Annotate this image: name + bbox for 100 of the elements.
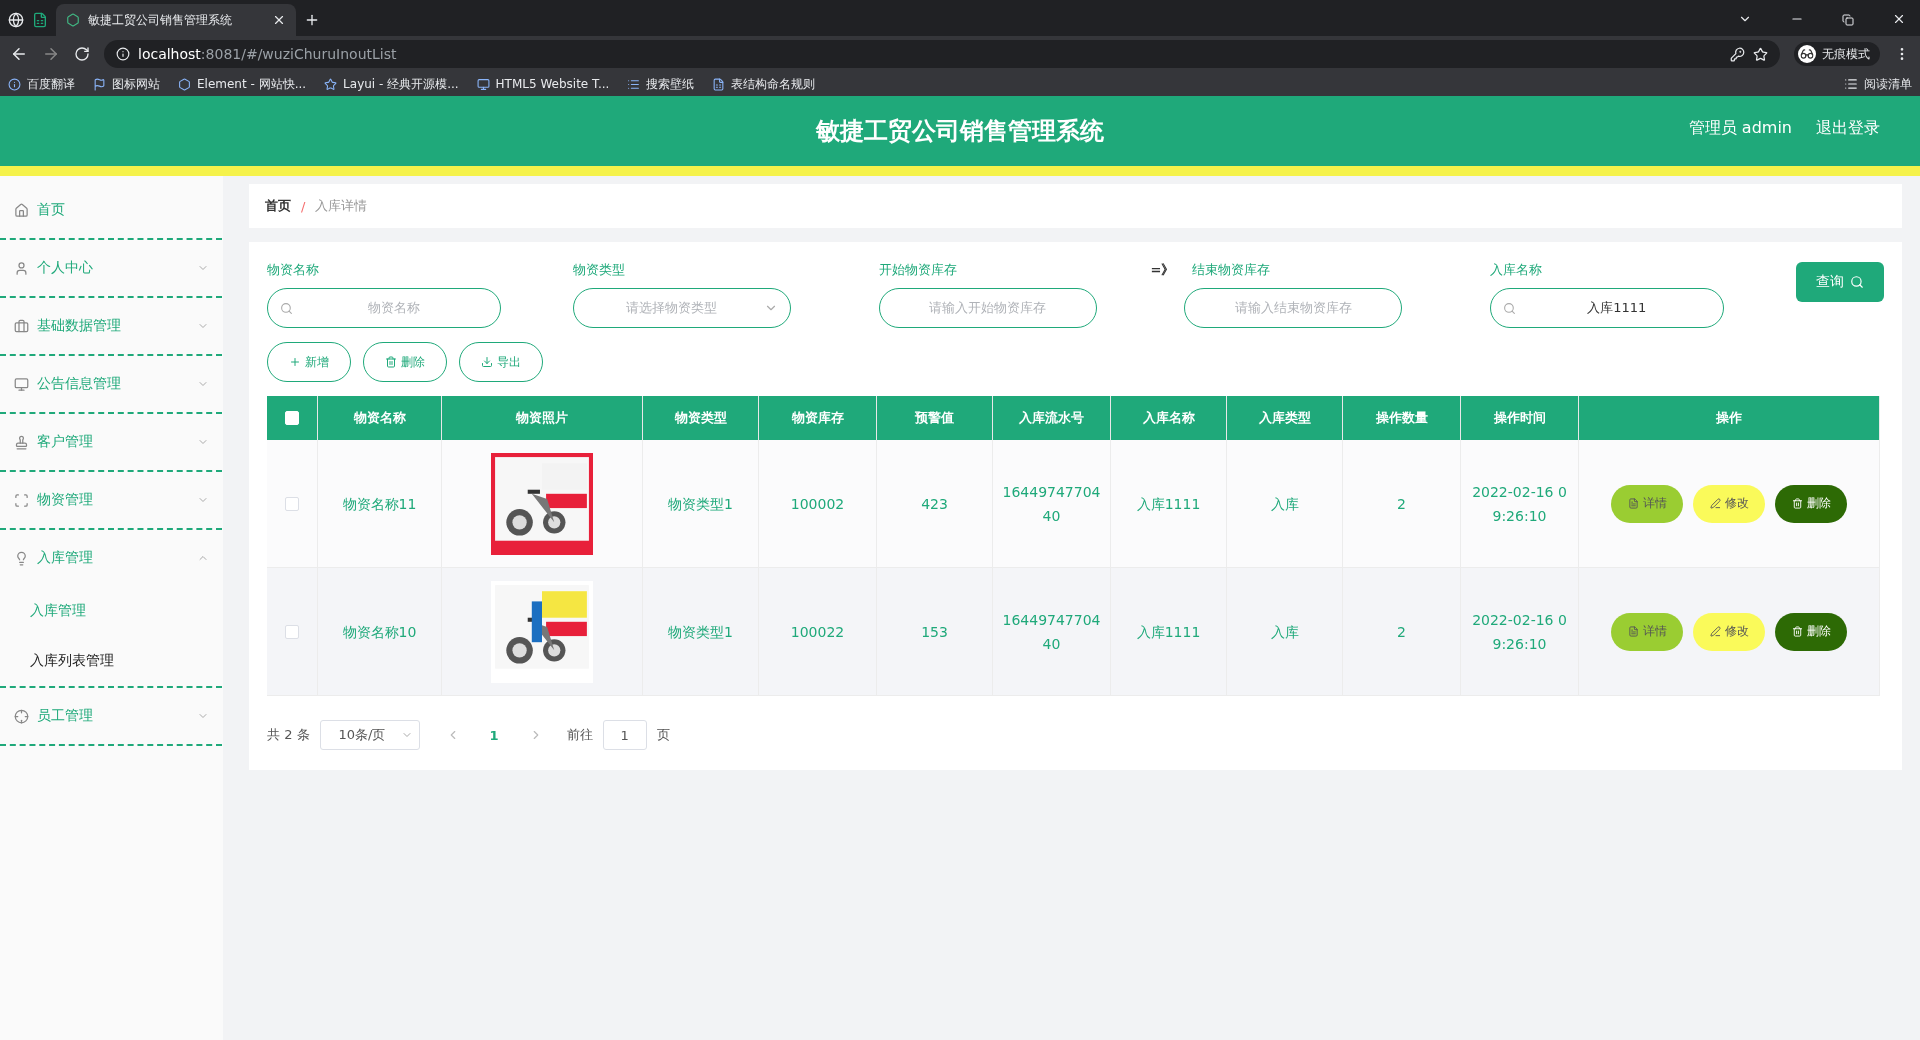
profile-button[interactable]: 无痕模式 — [1794, 42, 1880, 66]
restore-icon[interactable] — [1842, 14, 1854, 26]
query-button[interactable]: 查询 — [1796, 262, 1884, 302]
breadcrumb-separator: / — [301, 198, 306, 214]
field-label: 入库名称 — [1490, 261, 1543, 279]
page-input[interactable]: 1 — [602, 720, 647, 750]
sidebar-item[interactable]: 基础数据管理 — [0, 298, 223, 354]
list-icon — [627, 77, 641, 91]
breadcrumb-item[interactable]: 入库详情 — [315, 197, 368, 215]
sidebar-item[interactable]: 首页 — [0, 182, 223, 238]
home-icon — [14, 202, 29, 218]
breadcrumb-item[interactable]: 首页 — [265, 197, 291, 215]
bookmark[interactable]: Layui - 经典开源模... — [324, 75, 459, 93]
material-type-cell: 物资类型1 — [643, 440, 759, 568]
pen-icon — [1709, 498, 1721, 509]
range-arrow: =》 — [1150, 261, 1175, 279]
pen-icon — [1709, 626, 1721, 637]
browser-tab[interactable]: 敏捷工贸公司销售管理系统 — [56, 4, 296, 36]
trash-icon — [1791, 498, 1803, 509]
app-title: 敏捷工贸公司销售管理系统 — [816, 116, 1104, 147]
delete-button[interactable]: 删除 — [1775, 484, 1847, 523]
inbound-type-cell: 入库 — [1227, 440, 1343, 568]
column-header: 操作时间 — [1461, 396, 1579, 440]
bookmark[interactable]: 图标网站 — [93, 75, 160, 93]
search-icon — [280, 301, 293, 315]
stock-cell: 100002 — [759, 440, 877, 568]
delete-button[interactable]: 删除 — [1775, 612, 1847, 651]
list-icon — [1844, 77, 1858, 91]
field-label: 结束物资库存 — [1192, 261, 1271, 279]
page-size-select[interactable]: 10条/页 — [319, 720, 420, 750]
incognito-icon — [1798, 45, 1816, 63]
row-checkbox[interactable] — [285, 624, 299, 639]
field-label: 开始物资库存 — [878, 261, 957, 279]
sidebar-subitem[interactable]: 入库管理 — [0, 586, 223, 636]
total-count: 共 2 条 — [267, 726, 310, 744]
edit-button[interactable]: 修改 — [1693, 612, 1765, 651]
bookmark[interactable]: 百度翻译 — [8, 75, 75, 93]
page-suffix: 页 — [656, 726, 670, 744]
column-header: 入库流水号 — [993, 396, 1111, 440]
flag-icon — [93, 77, 106, 91]
trash-icon — [1791, 626, 1803, 637]
column-header: 物资库存 — [759, 396, 877, 440]
back-icon[interactable] — [10, 45, 28, 63]
detail-button[interactable]: 详情 — [1611, 612, 1683, 651]
close-icon[interactable] — [272, 13, 286, 27]
bookmark[interactable]: HTML5 Website T... — [476, 77, 610, 91]
sidebar-item[interactable]: 个人中心 — [0, 240, 223, 296]
edit-button[interactable]: 修改 — [1693, 484, 1765, 523]
row-checkbox[interactable] — [285, 496, 299, 511]
time-cell: 2022-02-16 0 9:26:10 — [1461, 568, 1579, 696]
globe-icon[interactable] — [8, 12, 24, 28]
sidebar-item[interactable]: 公告信息管理 — [0, 356, 223, 412]
column-header: 物资照片 — [442, 396, 643, 440]
bookmark[interactable]: 搜索壁纸 — [627, 75, 695, 93]
search-icon — [1503, 301, 1517, 315]
sidebar-item[interactable]: 客户管理 — [0, 414, 223, 470]
sidebar-item[interactable]: 入库管理 — [0, 530, 223, 586]
warning-value-cell: 423 — [877, 440, 993, 568]
close-icon[interactable] — [1892, 12, 1906, 26]
monitor-icon — [476, 77, 490, 91]
reload-icon[interactable] — [74, 46, 90, 62]
export-button[interactable]: 导出 — [459, 342, 543, 382]
inbound-name-cell: 入库1111 — [1111, 440, 1227, 568]
sidebar-item[interactable]: 物资管理 — [0, 472, 223, 528]
info-icon — [116, 47, 130, 61]
document-icon — [1627, 626, 1639, 637]
star-icon[interactable] — [1753, 46, 1768, 62]
search-icon — [1850, 275, 1864, 289]
quantity-cell: 2 — [1343, 568, 1461, 696]
column-header: 操作 — [1579, 396, 1880, 440]
column-header: 入库类型 — [1227, 396, 1343, 440]
logout-link[interactable]: 退出登录 — [1816, 118, 1880, 139]
info-icon — [8, 77, 21, 91]
reading-list-button[interactable]: 阅读清单 — [1844, 75, 1912, 93]
select-all-checkbox[interactable] — [285, 411, 299, 425]
delete-button[interactable]: 删除 — [363, 342, 447, 382]
bookmark[interactable]: Element - 网站快... — [178, 75, 307, 93]
bookmark[interactable]: 表结构命名规则 — [712, 75, 816, 93]
star-icon — [324, 77, 338, 91]
page-number[interactable]: 1 — [469, 727, 519, 743]
user-icon — [14, 260, 29, 276]
detail-button[interactable]: 详情 — [1611, 484, 1683, 523]
serial-number-cell: 16449747704 40 — [993, 568, 1111, 696]
add-button[interactable]: 新增 — [267, 342, 351, 382]
material-name-cell: 物资名称10 — [318, 568, 442, 696]
material-name-cell: 物资名称11 — [318, 440, 442, 568]
plus-icon — [289, 356, 301, 368]
field-label: 物资名称 — [267, 261, 319, 279]
download-icon — [481, 356, 493, 368]
key-icon[interactable] — [1730, 46, 1745, 62]
column-header: 物资类型 — [643, 396, 759, 440]
stock-cell: 100022 — [759, 568, 877, 696]
column-header: 物资名称 — [318, 396, 442, 440]
sidebar-item[interactable]: 员工管理 — [0, 688, 223, 744]
new-tab-icon[interactable] — [304, 12, 320, 28]
address-bar[interactable]: localhost:8081/#/wuziChuruInoutList — [104, 40, 1780, 68]
spreadsheet-icon[interactable] — [32, 12, 48, 28]
forward-icon[interactable] — [42, 45, 60, 63]
sidebar-subitem[interactable]: 入库列表管理 — [0, 636, 223, 686]
document-icon — [1627, 498, 1639, 509]
